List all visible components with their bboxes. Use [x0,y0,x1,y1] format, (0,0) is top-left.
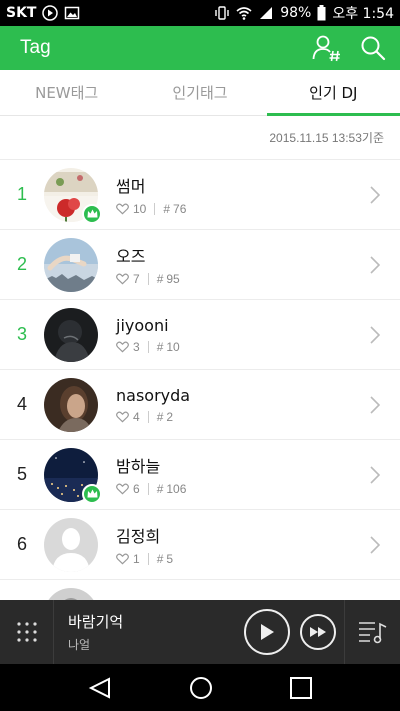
playlist-button[interactable] [344,600,400,664]
rank-number: 5 [16,464,27,484]
playlist-icon [358,622,386,644]
heart-icon [116,203,129,215]
vibrate-icon [215,6,229,20]
recents-icon[interactable] [289,676,312,699]
like-count: 1 [133,552,140,566]
dj-name: 썸머 [116,177,146,196]
tag-count: 10 [166,339,180,354]
like-count: 3 [133,339,140,354]
back-icon[interactable] [88,676,112,699]
gallery-notification-icon [65,6,80,20]
wifi-icon [236,7,252,20]
tag-count: 76 [173,202,187,216]
rank-number: 4 [16,394,27,414]
ranking-timestamp: 2015.11.15 13:53기준 [269,131,384,145]
like-count: 6 [133,482,140,496]
rank-number: 6 [16,534,27,554]
search-icon[interactable] [360,35,386,61]
avatar [44,377,98,432]
song-title: 바람기억 [68,613,124,631]
dj-name: nasoryda [116,385,191,405]
tag-count: 95 [166,272,180,286]
meta-divider [147,340,149,353]
now-playing-info[interactable]: 바람기억 나얼 [54,611,244,653]
play-button[interactable] [244,609,290,655]
default-avatar-icon [44,517,98,572]
tab-popular-tags[interactable]: 인기태그 [133,70,266,115]
chevron-right-icon [370,326,380,344]
list-item[interactable]: 1 썸머 10 # 76 [0,160,400,230]
rank-number: 1 [16,184,27,204]
like-count: 4 [133,409,140,424]
battery-icon [317,5,326,21]
hash-icon: # [156,482,164,496]
play-notification-icon [42,5,59,21]
chevron-right-icon [370,466,380,484]
list-item[interactable]: 6 김정희 1 # 5 [0,510,400,580]
home-icon[interactable] [189,676,213,700]
dj-name: 밤하늘 [116,457,161,476]
tag-count: 2 [166,409,174,424]
battery-percent: 98% [280,5,312,21]
system-nav-bar [0,664,400,711]
heart-icon [116,483,129,495]
hash-icon: # [163,202,171,216]
grid-menu-icon [16,622,37,642]
meta-divider [154,203,156,215]
list-item[interactable]: 4 nasoryda 4 # 2 [0,370,400,440]
dj-name: 김정희 [116,527,161,546]
meta-divider [147,273,149,285]
hash-icon: # [156,272,164,286]
hash-icon: # [156,339,164,354]
crown-badge-icon [82,203,102,224]
grid-menu-button[interactable] [0,600,54,664]
play-icon [261,624,274,640]
tab-new-tags[interactable]: NEW태그 [0,70,133,115]
meta-divider [147,483,149,495]
rank-number: 2 [16,254,27,274]
signal-icon [260,7,273,19]
dj-ranking-list: 1 썸머 10 # 76 2 오즈 7 # 95 3 jiyooni 3 # 1… [0,160,400,650]
chevron-right-icon [370,186,380,204]
heart-icon [116,341,129,352]
rank-number: 3 [16,324,27,344]
tab-popular-dj[interactable]: 인기 DJ [266,70,400,116]
chevron-right-icon [370,536,380,554]
status-bar: SKT 98% 오후 1:54 [0,0,400,26]
app-title: Tag [20,37,51,58]
next-button[interactable] [300,614,336,650]
like-count: 10 [133,202,147,216]
mini-player: 바람기억 나얼 [0,600,400,664]
tag-count: 5 [166,552,174,566]
crown-badge-icon [82,483,102,504]
fast-forward-icon [310,627,326,637]
tab-bar: NEW태그 인기태그 인기 DJ [0,70,400,116]
avatar [44,307,98,362]
app-bar: Tag [0,26,400,70]
avatar [44,447,102,504]
dj-name: jiyooni [116,315,169,335]
avatar [44,517,98,572]
song-artist: 나얼 [68,638,91,652]
avatar [44,237,98,292]
like-count: 7 [133,272,140,286]
user-tag-icon[interactable] [312,34,342,62]
heart-icon [116,411,129,422]
meta-divider [147,410,149,423]
tag-count: 106 [166,482,187,496]
chevron-right-icon [370,256,380,274]
heart-icon [116,553,129,565]
carrier-label: SKT [6,5,37,21]
list-item[interactable]: 5 밤하늘 6 # 106 [0,440,400,510]
meta-divider [147,553,149,565]
avatar [44,167,102,224]
hash-icon: # [156,552,164,566]
hash-icon: # [156,409,164,424]
dj-name: 오즈 [116,247,146,266]
list-item[interactable]: 3 jiyooni 3 # 10 [0,300,400,370]
heart-icon [116,273,129,285]
list-item[interactable]: 2 오즈 7 # 95 [0,230,400,300]
chevron-right-icon [370,396,380,414]
clock: 오후 1:54 [332,6,394,22]
